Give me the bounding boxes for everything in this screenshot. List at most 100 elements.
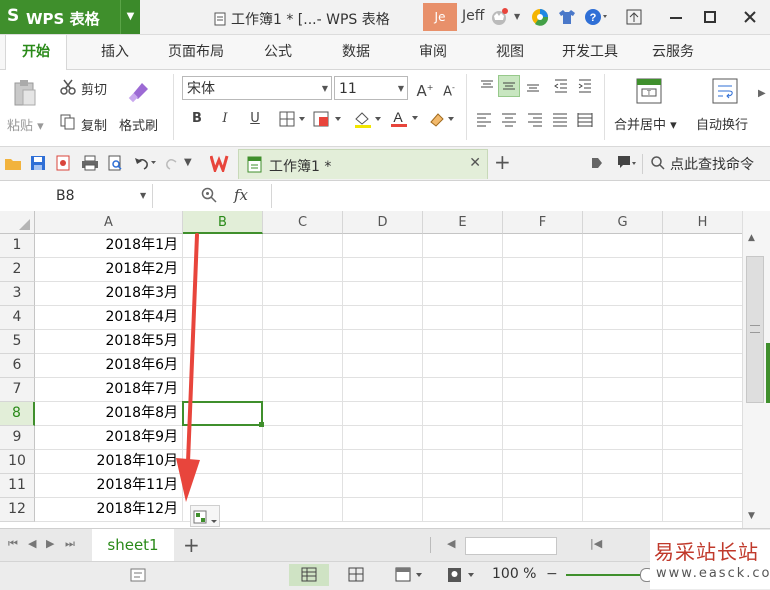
- grid-cell[interactable]: [263, 498, 343, 522]
- grid-cell[interactable]: [343, 306, 423, 330]
- copy-label[interactable]: 复制: [81, 115, 107, 134]
- add-sheet-button[interactable]: +: [183, 533, 200, 557]
- grid-cell[interactable]: [423, 450, 503, 474]
- grid-cell[interactable]: [263, 234, 343, 258]
- save-icon[interactable]: [30, 155, 46, 171]
- grid-cell[interactable]: [583, 498, 663, 522]
- decrease-font-size-button[interactable]: A-: [438, 77, 460, 99]
- grid-cell[interactable]: [663, 354, 742, 378]
- row-header[interactable]: 12: [0, 498, 35, 522]
- row-header[interactable]: 7: [0, 378, 35, 402]
- scrollbar-thumb[interactable]: [746, 256, 764, 403]
- grid-cell[interactable]: [423, 234, 503, 258]
- format-painter-icon[interactable]: [128, 77, 154, 103]
- print-icon[interactable]: [81, 155, 99, 171]
- help-icon[interactable]: ?: [584, 8, 608, 26]
- zoom-magnifier-icon[interactable]: [201, 187, 217, 203]
- zoom-level[interactable]: 100 %: [492, 566, 536, 582]
- grid-cell[interactable]: [423, 258, 503, 282]
- macro-record-icon[interactable]: [130, 567, 146, 583]
- grid-cell[interactable]: [663, 378, 742, 402]
- grid-cell[interactable]: [263, 306, 343, 330]
- grid-cell[interactable]: [583, 474, 663, 498]
- grid-cell[interactable]: [503, 330, 583, 354]
- grid-cell[interactable]: [663, 282, 742, 306]
- date-cell[interactable]: 2018年4月: [35, 306, 183, 330]
- comment-icon[interactable]: [617, 155, 637, 171]
- grid-cell[interactable]: [663, 330, 742, 354]
- tab-start[interactable]: 开始: [5, 35, 67, 70]
- row-header[interactable]: 6: [0, 354, 35, 378]
- tab-data[interactable]: 数据: [333, 35, 379, 69]
- grid-cell[interactable]: [583, 402, 663, 426]
- grid-cell[interactable]: [263, 330, 343, 354]
- date-cell[interactable]: 2018年5月: [35, 330, 183, 354]
- grid-cell[interactable]: [263, 474, 343, 498]
- grid-cell[interactable]: [663, 234, 742, 258]
- row-header[interactable]: 3: [0, 282, 35, 306]
- wps-home-icon[interactable]: [210, 154, 232, 172]
- grid-cell[interactable]: [583, 234, 663, 258]
- row-header[interactable]: 1: [0, 234, 35, 258]
- grid-cell[interactable]: [503, 306, 583, 330]
- new-tab-button[interactable]: +: [494, 150, 511, 174]
- normal-view-button[interactable]: [289, 564, 329, 586]
- grid-cell[interactable]: [583, 354, 663, 378]
- increase-font-size-button[interactable]: A+: [414, 77, 436, 100]
- tab-view[interactable]: 视图: [487, 35, 533, 69]
- grid-cell[interactable]: [663, 402, 742, 426]
- scroll-down-icon[interactable]: ▼: [748, 511, 755, 521]
- date-cell[interactable]: 2018年1月: [35, 234, 183, 258]
- date-cell[interactable]: 2018年10月: [35, 450, 183, 474]
- grid-cell[interactable]: [263, 282, 343, 306]
- app-menu-button[interactable]: S WPS 表格: [0, 0, 120, 34]
- row-header[interactable]: 4: [0, 306, 35, 330]
- collapse-ribbon-icon[interactable]: [590, 156, 604, 170]
- cut-label[interactable]: 剪切: [81, 79, 107, 98]
- grid-cell[interactable]: [423, 306, 503, 330]
- grid-cell[interactable]: [343, 258, 423, 282]
- grid-cell[interactable]: [503, 234, 583, 258]
- grid-cell[interactable]: [423, 378, 503, 402]
- grid-cell[interactable]: [343, 378, 423, 402]
- grid-cell[interactable]: [503, 282, 583, 306]
- grid-cell[interactable]: [503, 402, 583, 426]
- close-tab-icon[interactable]: ✕: [469, 155, 481, 171]
- next-sheet-icon[interactable]: ▶: [46, 537, 54, 550]
- align-right-button[interactable]: [524, 108, 546, 130]
- sheet-tab[interactable]: sheet1: [92, 529, 174, 562]
- column-header-f[interactable]: F: [503, 211, 583, 234]
- grid-cell[interactable]: [423, 282, 503, 306]
- tab-developer[interactable]: 开发工具: [556, 35, 624, 69]
- grid-cell[interactable]: [663, 258, 742, 282]
- user-name[interactable]: Jeff: [462, 8, 484, 24]
- scroll-up-icon[interactable]: ▲: [748, 233, 755, 243]
- distributed-align-button[interactable]: [574, 108, 596, 130]
- redo-icon[interactable]: [164, 155, 180, 171]
- browser-icon[interactable]: [531, 8, 549, 26]
- grid-cell[interactable]: [343, 234, 423, 258]
- column-header-g[interactable]: G: [583, 211, 663, 234]
- grid-cell[interactable]: [663, 450, 742, 474]
- undo-icon[interactable]: [133, 155, 157, 171]
- grid-cell[interactable]: [343, 426, 423, 450]
- name-box[interactable]: B8 ▼: [0, 184, 153, 208]
- ribbon-scroll-icon[interactable]: ▶: [758, 88, 766, 99]
- scroll-left-icon-2[interactable]: |◀: [590, 537, 602, 550]
- column-header-c[interactable]: C: [263, 211, 343, 234]
- grid-cell[interactable]: [343, 330, 423, 354]
- tab-page-layout[interactable]: 页面布局: [160, 35, 232, 69]
- wrap-text-icon[interactable]: [712, 78, 738, 104]
- grid-cell[interactable]: [263, 258, 343, 282]
- tab-review[interactable]: 审阅: [410, 35, 456, 69]
- zoom-slider[interactable]: [566, 568, 656, 582]
- fill-color-icon[interactable]: [353, 110, 385, 128]
- grid-cell[interactable]: [263, 354, 343, 378]
- grid-cell[interactable]: [583, 282, 663, 306]
- scroll-left-icon[interactable]: ◀: [447, 537, 455, 550]
- date-cell[interactable]: 2018年2月: [35, 258, 183, 282]
- grid-cell[interactable]: [663, 426, 742, 450]
- format-painter-label[interactable]: 格式刷: [119, 115, 158, 134]
- formula-input[interactable]: [271, 184, 770, 208]
- select-all-corner[interactable]: [0, 211, 35, 234]
